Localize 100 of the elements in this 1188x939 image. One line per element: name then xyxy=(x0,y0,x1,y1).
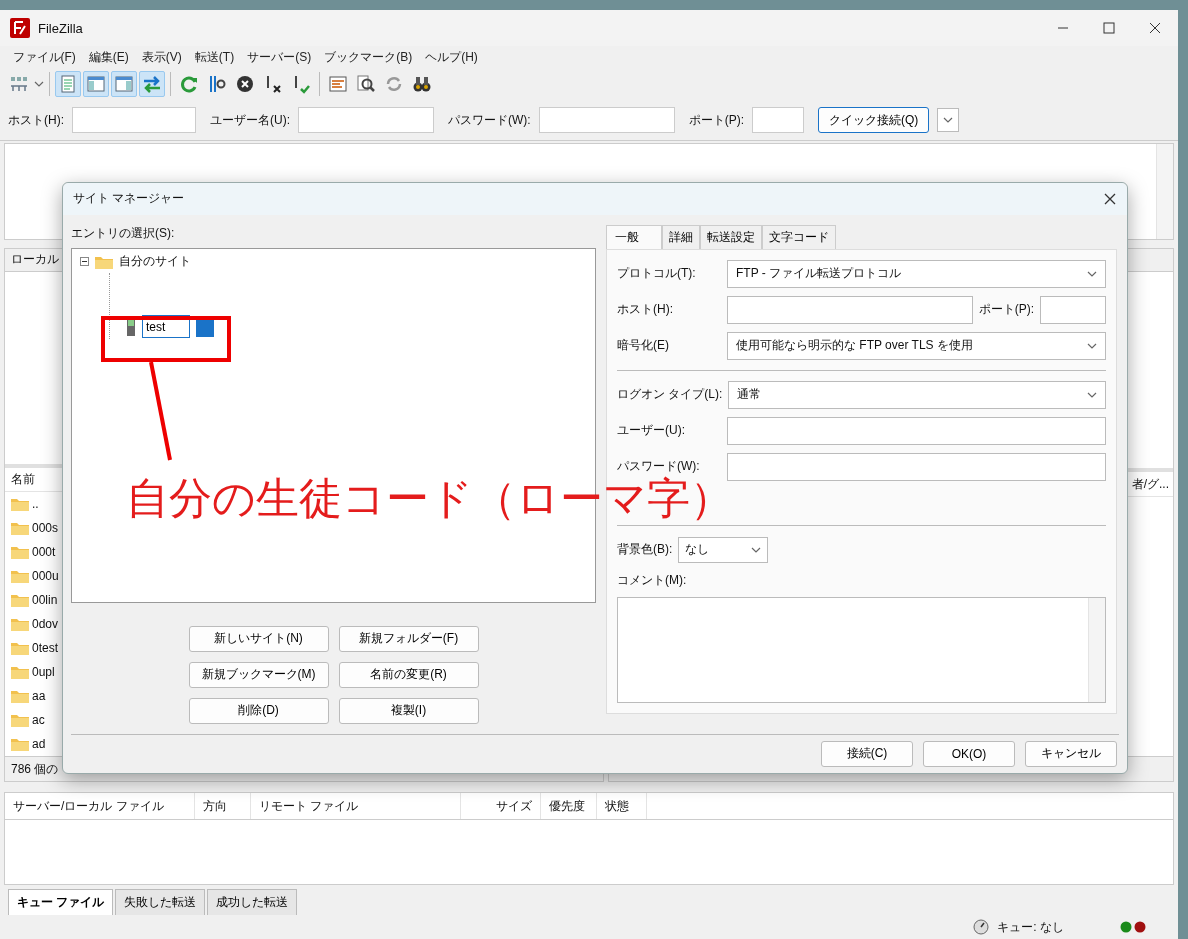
dropdown-button[interactable] xyxy=(937,108,960,132)
folder-icon xyxy=(11,665,29,680)
scrollbar[interactable] xyxy=(1156,144,1173,239)
tree-item[interactable]: 自分のサイト xyxy=(119,253,191,271)
quick-connect-button[interactable]: クイック接続(Q) xyxy=(818,107,930,133)
scrollbar[interactable] xyxy=(1088,597,1105,702)
folder-icon xyxy=(11,545,29,560)
input-field[interactable] xyxy=(727,452,1106,481)
file-name[interactable]: 0test xyxy=(32,641,58,656)
input-field[interactable] xyxy=(727,295,973,324)
field-label: ログオン タイプ(L): xyxy=(617,386,723,404)
menu-item[interactable]: 表示(V) xyxy=(135,48,189,66)
folder-icon xyxy=(11,497,29,512)
file-name[interactable]: 000s xyxy=(32,521,59,536)
file-name[interactable]: 0upl xyxy=(32,665,55,680)
field-label: パスワード(W): xyxy=(448,111,531,129)
field-label: パスワード(W): xyxy=(617,458,701,476)
dialog-button[interactable]: 接続(C) xyxy=(821,740,913,767)
settings-tab[interactable]: 詳細 xyxy=(662,224,700,249)
folder-icon xyxy=(11,689,29,704)
cancel-icon xyxy=(235,74,255,94)
folder-icon xyxy=(11,641,29,656)
dropdown-caret-icon xyxy=(943,117,954,123)
dropdown-caret-icon xyxy=(1087,270,1097,277)
column-header[interactable]: 方向 xyxy=(195,793,251,819)
window-icon xyxy=(86,74,106,94)
annotation-text: 自分の生徒コード（ローマ字） xyxy=(126,473,733,524)
comment-field[interactable] xyxy=(617,596,1106,703)
column-header[interactable]: 名前 xyxy=(11,471,35,489)
menu-item[interactable]: 転送(T) xyxy=(188,48,241,66)
dropdown[interactable]: 通常 xyxy=(728,380,1106,409)
field-label: 背景色(B): xyxy=(617,541,673,559)
window-icon xyxy=(114,74,134,94)
menu-item[interactable]: ヘルプ(H) xyxy=(418,48,485,66)
menu-item[interactable]: サーバー(S) xyxy=(240,48,318,66)
folder-icon xyxy=(11,737,29,752)
dialog-button[interactable]: OK(O) xyxy=(923,740,1015,767)
menu-item[interactable]: ブックマーク(B) xyxy=(317,48,419,66)
input-field[interactable] xyxy=(72,107,196,133)
file-name[interactable]: aa xyxy=(32,689,46,704)
dropdown[interactable]: 使用可能なら明示的な FTP over TLS を使用 xyxy=(727,331,1106,360)
column-header[interactable]: 状態 xyxy=(597,793,647,819)
speed-limit-icon[interactable] xyxy=(973,919,990,935)
field-label: コメント(M): xyxy=(617,571,688,589)
dialog-button[interactable]: 新規フォルダー(F) xyxy=(338,625,479,652)
magnifier-icon xyxy=(356,74,376,94)
gear-sliders-icon xyxy=(207,74,227,94)
dropdown-caret-icon xyxy=(1087,342,1097,349)
file-name[interactable]: ad xyxy=(32,737,46,752)
dropdown-caret-icon xyxy=(1087,391,1097,398)
dialog-button[interactable]: 新しいサイト(N) xyxy=(188,625,329,652)
dropdown-caret-icon xyxy=(751,546,762,553)
file-name[interactable]: 0dov xyxy=(32,617,59,632)
dialog-button[interactable]: 削除(D) xyxy=(188,697,329,724)
column-header[interactable]: サーバー/ローカル ファイル xyxy=(5,793,195,819)
settings-tab[interactable]: 転送設定 xyxy=(700,224,762,249)
column-header[interactable]: サイズ xyxy=(461,793,541,819)
close-icon[interactable] xyxy=(1103,191,1117,206)
field-label: ポート(P): xyxy=(688,111,744,129)
document-icon xyxy=(58,74,78,94)
field-label: ホスト(H): xyxy=(617,301,674,319)
queue-tab[interactable]: キュー ファイル xyxy=(8,889,114,915)
queue-tab[interactable]: 失敗した転送 xyxy=(115,889,206,915)
dialog-button[interactable]: キャンセル xyxy=(1025,740,1117,767)
file-name[interactable]: ac xyxy=(32,713,45,728)
settings-tab[interactable]: 文字コード xyxy=(762,224,836,249)
dialog-button[interactable]: 名前の変更(R) xyxy=(338,661,479,688)
folder-icon xyxy=(11,521,29,536)
input-field[interactable] xyxy=(1040,295,1106,324)
dropdown[interactable]: FTP - ファイル転送プロトコル xyxy=(727,259,1106,288)
column-header[interactable]: 者/グ... xyxy=(1131,475,1169,493)
file-name[interactable]: .. xyxy=(32,497,39,512)
column-header[interactable]: 優先度 xyxy=(541,793,597,819)
refresh-icon xyxy=(179,74,199,94)
file-name[interactable]: 000u xyxy=(32,569,59,584)
sync-arrows-icon xyxy=(384,74,404,94)
file-name[interactable]: 000t xyxy=(32,545,56,560)
collapse-icon[interactable] xyxy=(80,257,89,267)
input-field[interactable] xyxy=(538,107,675,133)
settings-tab[interactable]: 一般 xyxy=(606,224,662,249)
tree-label: エントリの選択(S): xyxy=(71,224,176,242)
file-name[interactable]: 00lin xyxy=(32,593,58,608)
input-field[interactable] xyxy=(727,416,1106,445)
menu-item[interactable]: 編集(E) xyxy=(82,48,136,66)
field-label: ユーザー(U): xyxy=(617,422,686,440)
field-label: 暗号化(E) xyxy=(617,337,670,355)
input-field[interactable] xyxy=(298,107,434,133)
folder-icon xyxy=(11,617,29,632)
server-grid-icon xyxy=(9,74,29,94)
queue-tab[interactable]: 成功した転送 xyxy=(207,889,298,915)
filter-lines-icon xyxy=(328,74,348,94)
window-title: FileZilla xyxy=(38,20,83,36)
input-field[interactable] xyxy=(752,107,804,133)
local-site-label: ローカル xyxy=(11,251,59,269)
dialog-button[interactable]: 複製(I) xyxy=(338,697,479,724)
dropdown[interactable]: なし xyxy=(678,536,769,563)
column-header[interactable]: リモート ファイル xyxy=(251,793,461,819)
dialog-button[interactable]: 新規ブックマーク(M) xyxy=(188,661,329,688)
menu-item[interactable]: ファイル(F) xyxy=(6,48,83,66)
dropdown-caret-icon xyxy=(34,81,44,87)
